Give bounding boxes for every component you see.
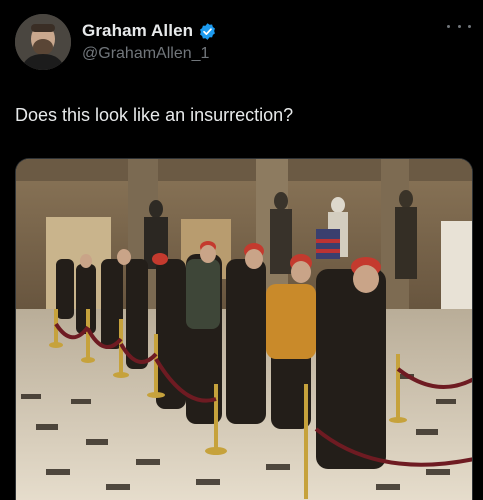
- dot: [468, 24, 471, 28]
- author-names: Graham Allen @GrahamAllen_1: [82, 20, 217, 63]
- person-avatar-icon: [15, 14, 71, 70]
- author-avatar[interactable]: [15, 14, 71, 70]
- display-name-row: Graham Allen: [82, 20, 217, 42]
- verified-badge-icon: [198, 22, 217, 41]
- author-display-name[interactable]: Graham Allen: [82, 21, 193, 41]
- capitol-hall-photo: [16, 159, 472, 500]
- author-handle[interactable]: @GrahamAllen_1: [82, 45, 217, 63]
- tweet-photo[interactable]: [15, 158, 473, 500]
- dot: [447, 24, 450, 28]
- tweet-card: Graham Allen @GrahamAllen_1 Does this lo…: [0, 0, 483, 500]
- more-options-icon[interactable]: [447, 20, 471, 32]
- dot: [457, 24, 461, 28]
- tweet-text: Does this look like an insurrection?: [15, 105, 294, 125]
